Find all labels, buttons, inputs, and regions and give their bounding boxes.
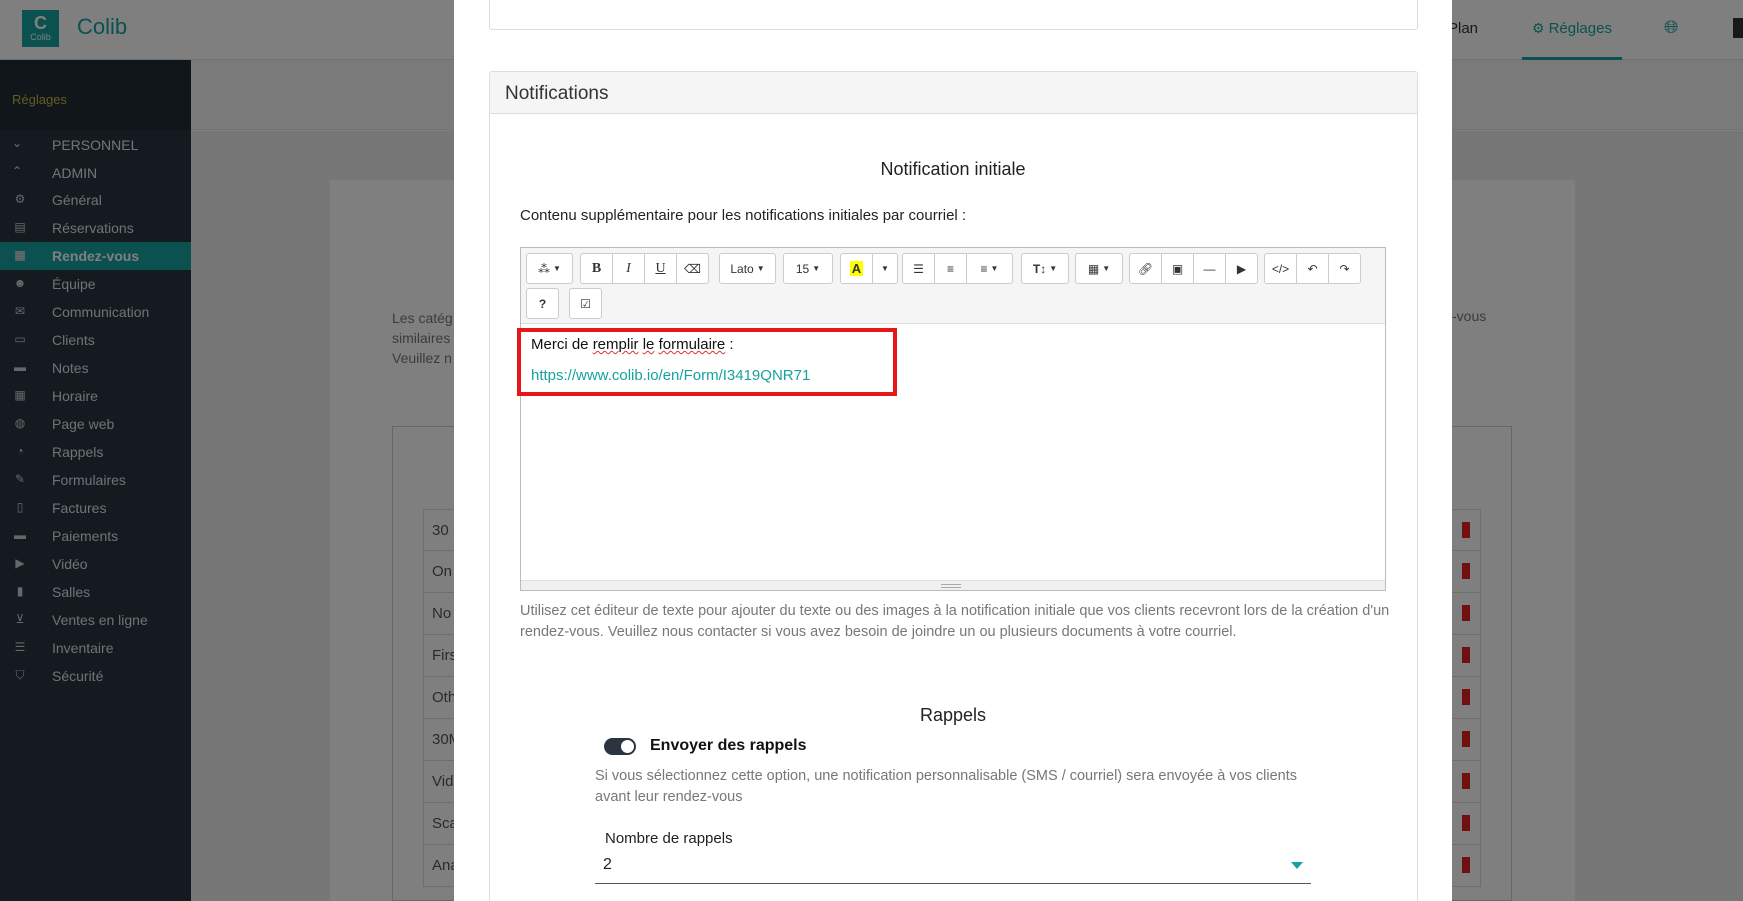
checkbox-button[interactable]: ☑ [569, 288, 602, 319]
caret-down-icon: ▼ [881, 264, 889, 273]
editor-content-area[interactable]: Merci de remplir le formulaire : https:/… [521, 324, 1385, 580]
editor-toolbar: ⁂ ▼ B I U ⌫ Lato ▼ 15 ▼ A ▼ ☰ ≡ ≡ ▼ T↕ ▼ ▦ ▼ 🔗 [521, 248, 1385, 324]
video-icon: ▶ [1236, 261, 1247, 276]
image-icon: ▣ [1171, 261, 1184, 276]
insert-image-button[interactable]: ▣ [1161, 253, 1194, 284]
highlight-icon: A [849, 261, 864, 276]
check-square-icon: ☑ [580, 296, 591, 311]
eraser-icon: ⌫ [684, 261, 701, 276]
clear-format-button[interactable]: ⌫ [676, 253, 709, 284]
settings-modal: Notifications Notification initiale Cont… [454, 0, 1452, 901]
redo-button[interactable]: ↷ [1328, 253, 1361, 284]
redo-icon: ↷ [1339, 261, 1350, 276]
insert-video-button[interactable]: ▶ [1225, 253, 1258, 284]
caret-down-icon [1291, 862, 1303, 869]
send-reminders-toggle[interactable] [604, 738, 636, 755]
font-family-dropdown[interactable]: Lato ▼ [719, 253, 776, 284]
initial-notification-title: Notification initiale [880, 159, 1026, 179]
line-height-button[interactable]: T↕ ▼ [1021, 253, 1069, 284]
italic-icon: I [626, 260, 631, 276]
highlight-color-button[interactable]: A [840, 253, 873, 284]
editor-resize-handle[interactable] [521, 580, 1385, 590]
numbered-list-icon: ≡ [946, 261, 954, 276]
underline-button[interactable]: U [644, 253, 677, 284]
font-size-dropdown[interactable]: 15 ▼ [783, 253, 833, 284]
font-size-value: 15 [795, 261, 810, 276]
horizontal-rule-icon: — [1203, 261, 1216, 276]
paragraph-align-button[interactable]: ≡ ▼ [966, 253, 1013, 284]
previous-panel [489, 0, 1418, 30]
editor-text-line: Merci de remplir le formulaire : [531, 336, 734, 353]
undo-icon: ↶ [1307, 261, 1318, 276]
reminders-help: Si vous sélectionnez cette option, une n… [595, 768, 1298, 805]
toggle-knob [620, 739, 635, 754]
underline-icon: U [655, 260, 666, 276]
text-height-icon: T↕ [1032, 261, 1047, 276]
initial-notification-label: Contenu supplémentaire pour les notifica… [520, 207, 967, 224]
panel-title: Notifications [490, 72, 1417, 114]
magic-wand-icon: ⁂ [538, 261, 551, 276]
rich-text-editor: ⁂ ▼ B I U ⌫ Lato ▼ 15 ▼ A ▼ ☰ ≡ ≡ ▼ T↕ ▼ ▦ ▼ 🔗 [520, 247, 1386, 591]
form-link[interactable]: https://www.colib.io/en/Form/I3419QNR71 [531, 367, 810, 384]
undo-button[interactable]: ↶ [1296, 253, 1329, 284]
insert-link-button[interactable]: 🔗︎ [1129, 253, 1162, 284]
italic-button[interactable]: I [612, 253, 645, 284]
code-view-button[interactable]: </> [1264, 253, 1297, 284]
numbered-list-button[interactable]: ≡ [934, 253, 967, 284]
font-family-value: Lato [730, 261, 754, 276]
bullet-list-button[interactable]: ☰ [902, 253, 935, 284]
code-icon: </> [1271, 261, 1290, 276]
horizontal-rule-button[interactable]: — [1193, 253, 1226, 284]
bold-button[interactable]: B [580, 253, 613, 284]
reminders-title: Rappels [919, 705, 987, 725]
highlight-color-dropdown[interactable]: ▼ [872, 253, 898, 284]
align-icon: ≡ [980, 261, 988, 276]
question-icon: ? [538, 296, 547, 311]
initial-notification-help: Utilisez cet éditeur de texte pour ajout… [520, 603, 1390, 640]
bold-icon: B [591, 260, 602, 276]
reminder-count-label: Nombre de rappels [605, 830, 733, 847]
help-button[interactable]: ? [526, 288, 559, 319]
reminder-count-select[interactable]: 2 [595, 852, 1311, 884]
link-icon: 🔗︎ [1137, 261, 1154, 276]
magic-style-button[interactable]: ⁂ ▼ [526, 253, 573, 284]
table-button[interactable]: ▦ ▼ [1075, 253, 1123, 284]
table-icon: ▦ [1087, 261, 1100, 276]
grip-icon [941, 584, 961, 588]
send-reminders-label[interactable]: Envoyer des rappels [650, 737, 807, 755]
bullet-list-icon: ☰ [913, 261, 924, 276]
reminder-count-value: 2 [603, 856, 612, 873]
